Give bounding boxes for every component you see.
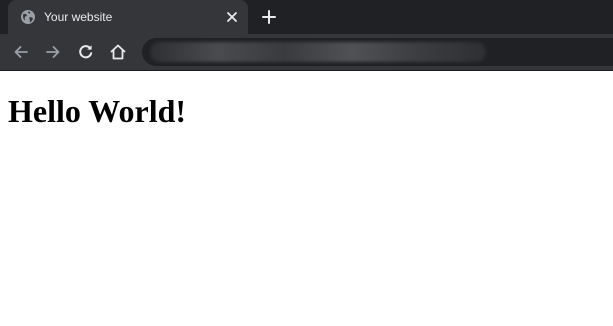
tab-strip: Your website [0, 0, 613, 34]
close-icon[interactable] [224, 9, 240, 25]
tab-your-website[interactable]: Your website [8, 0, 248, 34]
arrow-right-icon[interactable] [43, 42, 63, 62]
globe-icon [20, 9, 36, 25]
address-text-blurred [150, 42, 486, 62]
page-content: Hello World! [0, 71, 613, 326]
toolbar [0, 34, 613, 70]
home-icon[interactable] [108, 42, 128, 62]
page-heading: Hello World! [8, 93, 187, 129]
arrow-left-icon[interactable] [11, 42, 31, 62]
browser-window: Your website Hello World! [0, 0, 613, 326]
reload-icon[interactable] [76, 42, 96, 62]
plus-icon[interactable] [260, 8, 278, 26]
address-bar[interactable] [142, 38, 613, 66]
tab-title: Your website [44, 10, 113, 24]
